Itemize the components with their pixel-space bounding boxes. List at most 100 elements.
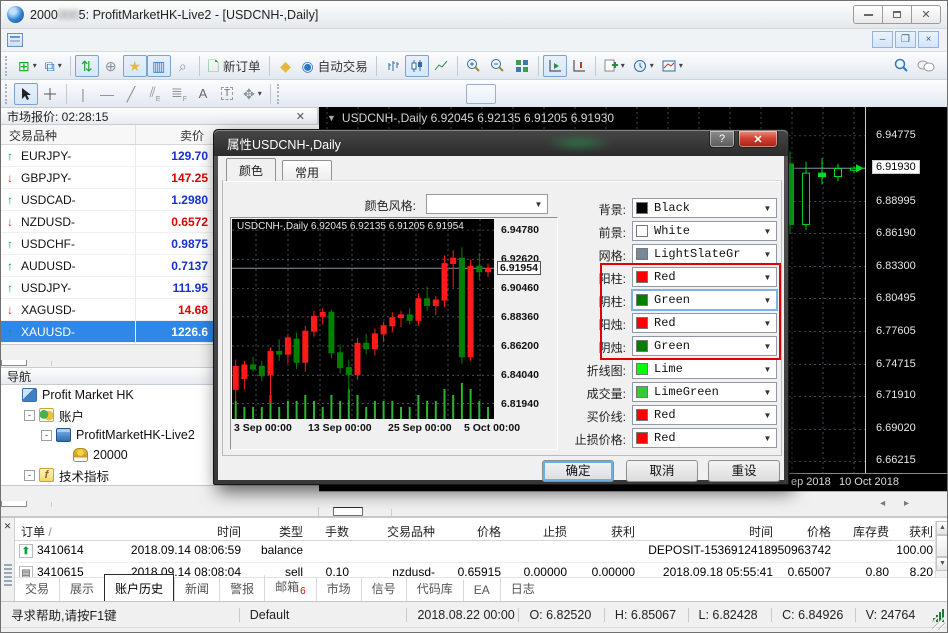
indicators-button[interactable]: ▾ xyxy=(600,55,629,77)
tab-common[interactable]: 常用 xyxy=(282,160,332,181)
dialog-title-bar[interactable]: 属性USDCNH-,Daily xyxy=(214,130,788,156)
autotrading-button[interactable]: ◉自动交易 xyxy=(298,55,372,77)
dialog-help-button[interactable]: ? xyxy=(709,131,735,148)
cursor-tool-button[interactable] xyxy=(14,83,38,105)
color-select[interactable]: Lime ▼ xyxy=(632,359,777,379)
market-watch-tab[interactable] xyxy=(1,360,27,366)
resize-grip[interactable] xyxy=(932,617,945,630)
terminal-tab[interactable]: 交易 xyxy=(15,577,59,601)
market-watch-tab[interactable] xyxy=(27,361,52,366)
color-select[interactable]: Red ▼ xyxy=(632,428,777,448)
zoom-in-button[interactable] xyxy=(462,55,486,77)
equidistant-channel-button[interactable]: ⫽E xyxy=(143,83,167,105)
reset-button[interactable]: 重设 xyxy=(708,460,780,482)
bar-chart-button[interactable] xyxy=(381,55,405,77)
column-symbol[interactable]: 交易品种 xyxy=(1,125,136,144)
metaeditor-button[interactable]: ◆ xyxy=(274,55,298,77)
color-select[interactable]: LimeGreen ▼ xyxy=(632,382,777,402)
chart-tab-scroll-arrows[interactable]: ◂ ▸ xyxy=(880,498,917,628)
scroll-down-icon[interactable]: ▼ xyxy=(936,557,948,571)
navigator-button[interactable]: ★ xyxy=(123,55,147,77)
color-select[interactable]: Green ▼ xyxy=(632,336,777,356)
color-select[interactable]: Red ▼ xyxy=(632,405,777,425)
menu-item[interactable] xyxy=(59,38,85,42)
fibonacci-button[interactable]: ≣F xyxy=(167,83,191,105)
menu-item[interactable] xyxy=(137,38,163,42)
chart-tab[interactable] xyxy=(363,509,392,516)
data-window-button[interactable]: ⊕ xyxy=(99,55,123,77)
ok-button[interactable]: 确定 xyxy=(542,460,614,482)
candlestick-chart-button[interactable] xyxy=(405,55,429,77)
periods-button[interactable]: ▾ xyxy=(629,55,658,77)
navigator-tab[interactable] xyxy=(1,501,27,507)
text-tool-button[interactable]: A xyxy=(191,83,215,105)
column-bid[interactable]: 卖价 xyxy=(136,125,208,144)
line-chart-button[interactable] xyxy=(429,55,453,77)
minimize-button[interactable] xyxy=(853,5,883,24)
terminal-tab[interactable]: EA xyxy=(463,580,500,601)
close-button[interactable]: ✕ xyxy=(911,5,941,24)
timeframe-button[interactable] xyxy=(436,84,466,104)
market-watch-button[interactable]: ⇅ xyxy=(75,55,99,77)
color-select[interactable]: Black ▼ xyxy=(632,198,777,218)
terminal-close-icon[interactable]: ✕ xyxy=(1,521,14,532)
new-chart-button[interactable]: ⊞▾ xyxy=(14,55,41,77)
crosshair-tool-button[interactable] xyxy=(38,83,62,105)
terminal-tab[interactable]: 市场 xyxy=(316,577,361,601)
timeframe-button[interactable] xyxy=(346,84,376,104)
color-select[interactable]: Red ▼ xyxy=(632,313,777,333)
terminal-tab[interactable]: 代码库 xyxy=(406,577,463,601)
horizontal-line-button[interactable]: — xyxy=(95,83,119,105)
menu-item[interactable] xyxy=(85,38,111,42)
terminal-tab[interactable]: 日志 xyxy=(500,577,545,601)
mdi-close-button[interactable]: × xyxy=(918,31,939,48)
menu-item[interactable] xyxy=(33,38,59,42)
one-click-trading-icon[interactable]: ▼ xyxy=(327,113,336,123)
scroll-up-icon[interactable]: ▲ xyxy=(936,521,948,535)
terminal-tab[interactable]: 警报 xyxy=(219,577,264,601)
terminal-scrollbar[interactable]: ▲ ▼ xyxy=(935,521,948,579)
tree-expander-icon[interactable]: - xyxy=(24,470,35,481)
mdi-minimize-button[interactable]: – xyxy=(872,31,893,48)
tree-expander-icon[interactable]: - xyxy=(41,430,52,441)
vertical-line-button[interactable]: | xyxy=(71,83,95,105)
text-label-button[interactable]: T xyxy=(215,83,239,105)
timeframe-button[interactable] xyxy=(286,84,316,104)
templates-button[interactable]: ▾ xyxy=(658,55,687,77)
mdi-restore-button[interactable]: ❐ xyxy=(895,31,916,48)
search-button[interactable] xyxy=(889,55,913,77)
timeframe-button[interactable] xyxy=(466,84,496,104)
dialog-close-button[interactable]: ✕ xyxy=(738,131,778,148)
navigator-tab[interactable] xyxy=(27,502,52,507)
cancel-button[interactable]: 取消 xyxy=(626,460,698,482)
terminal-tab[interactable]: 展示 xyxy=(59,577,104,601)
menu-item[interactable] xyxy=(189,38,215,42)
market-watch-close-icon[interactable]: ✕ xyxy=(296,110,305,123)
terminal-tab[interactable]: 邮箱6 xyxy=(264,575,316,601)
community-button[interactable] xyxy=(913,55,939,77)
tab-colors[interactable]: 颜色 xyxy=(226,158,276,181)
timeframe-button[interactable] xyxy=(316,84,346,104)
timeframe-button[interactable] xyxy=(496,84,526,104)
tile-windows-button[interactable] xyxy=(510,55,534,77)
auto-scroll-button[interactable] xyxy=(543,55,567,77)
timeframe-button[interactable] xyxy=(376,84,406,104)
menu-item[interactable] xyxy=(111,38,137,42)
terminal-tab[interactable]: 新闻 xyxy=(174,577,219,601)
timeframe-button[interactable] xyxy=(526,84,556,104)
price-scale[interactable]: 6.947756.919306.889956.861906.833006.804… xyxy=(867,107,948,473)
color-select[interactable]: White ▼ xyxy=(632,221,777,241)
new-order-button[interactable]: 🗋新订单 xyxy=(204,55,265,77)
timeframe-button[interactable] xyxy=(406,84,436,104)
color-select[interactable]: Green ▼ xyxy=(632,290,777,310)
chart-shift-button[interactable] xyxy=(567,55,591,77)
menu-item[interactable] xyxy=(163,38,189,42)
terminal-button[interactable]: ▥ xyxy=(147,55,171,77)
zoom-out-button[interactable] xyxy=(486,55,510,77)
trendline-button[interactable]: ╱ xyxy=(119,83,143,105)
color-select[interactable]: Red ▼ xyxy=(632,267,777,287)
strategy-tester-button[interactable]: ⌕ xyxy=(171,55,195,77)
restore-button[interactable] xyxy=(882,5,912,24)
terminal-tab[interactable]: 信号 xyxy=(361,577,406,601)
status-profile[interactable]: Default xyxy=(239,608,407,622)
